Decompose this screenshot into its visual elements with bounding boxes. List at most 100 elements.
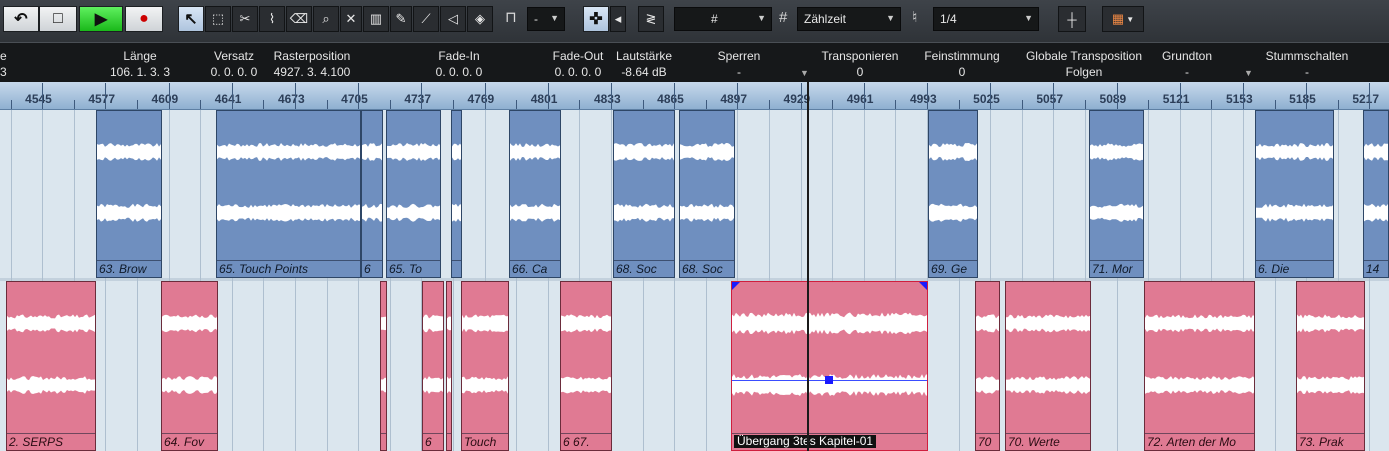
audio-event-top[interactable]: 71. Mor bbox=[1089, 110, 1144, 278]
audio-event-top[interactable]: 66. Ca bbox=[509, 110, 561, 278]
audio-event-bottom[interactable]: 70. Werte bbox=[1005, 281, 1091, 451]
audio-event-bottom[interactable]: 6 67. bbox=[560, 281, 612, 451]
info-value-3[interactable]: 0. 0. 0. 0 bbox=[400, 65, 518, 79]
mute-tool-button[interactable]: ✕ bbox=[340, 6, 362, 32]
glue-tool-button[interactable]: ⌇ bbox=[259, 6, 285, 32]
ruler-tick bbox=[547, 83, 549, 109]
speaker-tool-button[interactable]: ◁ bbox=[440, 6, 466, 32]
event-label: 68. Soc bbox=[616, 262, 657, 276]
info-value-2[interactable]: 4927. 3. 4.100 bbox=[260, 65, 364, 79]
audio-event-top[interactable]: 14 bbox=[1363, 110, 1389, 278]
event-label: 68. Soc bbox=[682, 262, 723, 276]
audio-event-top[interactable]: 69. Ge bbox=[928, 110, 978, 278]
audio-event-bottom[interactable]: 73. Prak bbox=[1296, 281, 1365, 451]
paint-bucket-icon: ◈ bbox=[475, 11, 485, 26]
zoom-tool-button[interactable]: ⌕ bbox=[313, 6, 339, 32]
waveform-channel-1 bbox=[217, 204, 360, 222]
waveform-channel-0 bbox=[217, 143, 360, 161]
waveform bbox=[1006, 314, 1090, 394]
waveform-channel-1 bbox=[1090, 203, 1143, 222]
audio-event-bottom[interactable]: 72. Arten der Mo bbox=[1144, 281, 1255, 451]
snap-zero-crossing-button[interactable]: ≷ bbox=[638, 6, 664, 32]
record-button[interactable]: ● bbox=[125, 6, 163, 32]
timeline-ruler[interactable]: 4545 4577 4609 4641 4673 4705 4737 4769 4801 4833… bbox=[0, 82, 1389, 110]
audio-event-top[interactable]: 68. Soc bbox=[679, 110, 735, 278]
arrow-tool-button[interactable]: ↖ bbox=[178, 6, 204, 32]
play-button[interactable]: ▶ bbox=[79, 6, 123, 32]
erase-tool-button[interactable]: ⌫ bbox=[286, 6, 312, 32]
audio-event-top[interactable]: 65. Touch Points bbox=[216, 110, 361, 278]
ruler-tick bbox=[389, 100, 391, 109]
ruler-mark: 5185 bbox=[1289, 92, 1316, 106]
stop-button[interactable]: □ bbox=[39, 6, 77, 32]
ruler-tick bbox=[1306, 83, 1308, 109]
snap-toggle-button[interactable]: ✜ bbox=[583, 6, 609, 32]
waveform-channel-1 bbox=[462, 376, 508, 394]
info-value-10[interactable]: - bbox=[1148, 65, 1226, 79]
snap-mode-button[interactable]: ◂ bbox=[610, 6, 626, 32]
info-value-9[interactable]: Folgen bbox=[1010, 65, 1158, 79]
info-value-0[interactable]: 106. 1. 3. 3 bbox=[80, 65, 200, 79]
audio-event-top[interactable]: 68. Soc bbox=[613, 110, 675, 278]
audio-event-bottom[interactable] bbox=[380, 281, 387, 451]
info-value-7[interactable]: 0 bbox=[808, 65, 912, 79]
waveform-channel-1 bbox=[447, 376, 451, 394]
ruler-tick bbox=[1211, 100, 1213, 109]
project-cursor[interactable] bbox=[807, 82, 809, 451]
ruler-tick bbox=[1274, 100, 1276, 109]
snap-icon: ✜ bbox=[589, 11, 603, 28]
quantize-value-select[interactable]: 1/4 ▼ bbox=[933, 7, 1039, 31]
waveform-channel-1 bbox=[1145, 376, 1254, 394]
waveform-channel-0 bbox=[680, 143, 734, 161]
audio-event-top[interactable]: 63. Brow bbox=[96, 110, 162, 278]
waveform-channel-0 bbox=[614, 143, 674, 161]
info-value-8[interactable]: 0 bbox=[910, 65, 1014, 79]
audio-event-top[interactable]: 6 bbox=[361, 110, 383, 278]
ruler-tick bbox=[1084, 100, 1086, 109]
draw-tool-button[interactable]: ✎ bbox=[390, 6, 412, 32]
grid-type-select[interactable]: # ▼ bbox=[674, 7, 772, 31]
ruler-tick bbox=[990, 83, 992, 109]
audio-event-bottom[interactable]: 2. SERPS bbox=[6, 281, 96, 451]
audio-event-bottom[interactable]: 70 bbox=[975, 281, 1000, 451]
audio-event-bottom[interactable]: Übergang 3tes Kapitel-01 bbox=[731, 281, 928, 451]
audio-event-bottom[interactable] bbox=[446, 281, 452, 451]
color-tool-button[interactable]: ◈ bbox=[467, 6, 493, 32]
line-tool-button[interactable]: ⟋ bbox=[413, 6, 439, 32]
timewarp-tool-button[interactable]: ▥ bbox=[363, 6, 389, 32]
waveform bbox=[97, 143, 161, 222]
ruler-tick bbox=[73, 100, 75, 109]
audio-event-top[interactable]: 65. To bbox=[386, 110, 441, 278]
waveform-channel-0 bbox=[561, 314, 611, 333]
audio-event-top[interactable]: 6. Die bbox=[1255, 110, 1334, 278]
waveform-channel-1 bbox=[1006, 376, 1090, 394]
chevron-down-icon: ▼ bbox=[550, 13, 559, 23]
info-label-6: Sperren bbox=[717, 49, 761, 63]
waveform bbox=[614, 143, 674, 222]
audio-event-bottom[interactable]: 6 bbox=[422, 281, 444, 451]
range-tool-button[interactable]: ⬚ bbox=[205, 6, 231, 32]
info-value-5[interactable]: -8.64 dB bbox=[606, 65, 682, 79]
split-tool-button[interactable]: ✂ bbox=[232, 6, 258, 32]
autoscroll-select[interactable]: - ▼ bbox=[527, 7, 565, 31]
crosshair-icon: ┼ bbox=[1067, 11, 1077, 27]
crosshair-button[interactable]: ┼ bbox=[1058, 6, 1086, 32]
event-label: 65. To bbox=[389, 262, 422, 276]
waveform-channel-0 bbox=[387, 143, 440, 161]
timewarp-icon: ▥ bbox=[369, 11, 383, 26]
info-label-7: Transponieren bbox=[821, 49, 899, 63]
volume-handle[interactable] bbox=[824, 376, 833, 384]
audio-event-top[interactable] bbox=[451, 110, 462, 278]
info-value-11[interactable]: - bbox=[1252, 65, 1362, 79]
color-select-button[interactable]: ▦ ▼ bbox=[1102, 6, 1144, 32]
quantize-type-select[interactable]: Zählzeit ▼ bbox=[797, 7, 901, 31]
audio-event-bottom[interactable]: 64. Fov bbox=[161, 281, 218, 451]
return-to-zero-button[interactable]: ↶ bbox=[3, 6, 39, 32]
audio-event-bottom[interactable]: Touch bbox=[461, 281, 509, 451]
eraser-icon: ⌫ bbox=[289, 11, 309, 26]
waveform bbox=[381, 316, 386, 393]
waveform bbox=[680, 143, 734, 222]
info-value-6[interactable]: - bbox=[700, 65, 778, 79]
project-event-display[interactable]: 63. Brow 65. Touch Points 6 65. To 66. Ca 68.… bbox=[0, 110, 1389, 451]
waveform-channel-0 bbox=[929, 143, 977, 161]
